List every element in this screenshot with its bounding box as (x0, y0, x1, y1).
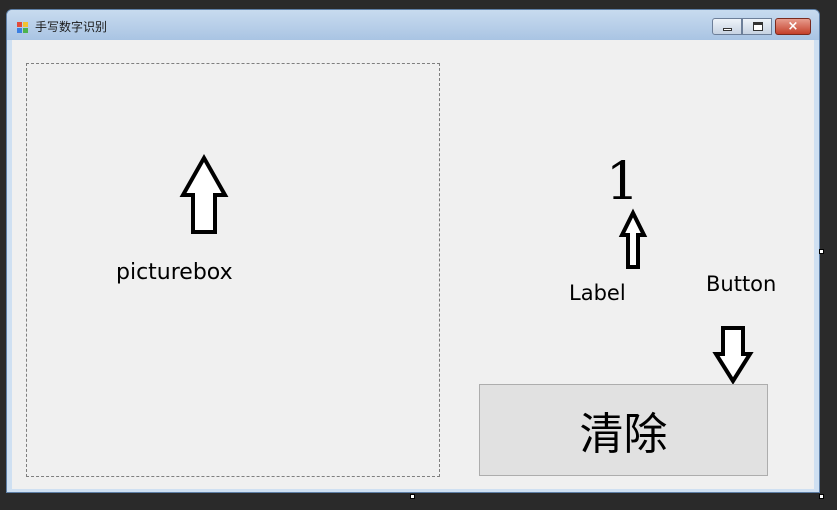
result-label: 1 (606, 152, 640, 212)
form-window: 手写数字识别 × picturebox 1 Label Button 清除 (6, 9, 820, 493)
form-client-area: picturebox 1 Label Button 清除 (12, 40, 814, 489)
arrow-down-icon (712, 326, 754, 385)
close-icon: × (787, 19, 799, 34)
title-bar[interactable]: 手写数字识别 × (7, 10, 819, 40)
button-annotation: Button (706, 272, 777, 296)
minimize-icon (723, 28, 732, 31)
app-icon (17, 22, 29, 34)
window-title: 手写数字识别 (35, 20, 108, 34)
clear-button[interactable]: 清除 (479, 384, 768, 476)
close-button[interactable]: × (775, 18, 811, 35)
minimize-button[interactable] (712, 18, 742, 35)
arrow-up-icon (179, 153, 229, 234)
maximize-icon (753, 22, 763, 31)
resize-handle-right[interactable] (819, 249, 824, 254)
label-annotation: Label (569, 281, 626, 305)
maximize-button[interactable] (742, 18, 772, 35)
picturebox-annotation: picturebox (116, 260, 233, 285)
arrow-up-icon (618, 208, 648, 269)
resize-handle-corner[interactable] (819, 494, 824, 499)
drawing-picturebox[interactable] (26, 63, 440, 477)
resize-handle-bottom[interactable] (410, 494, 415, 499)
